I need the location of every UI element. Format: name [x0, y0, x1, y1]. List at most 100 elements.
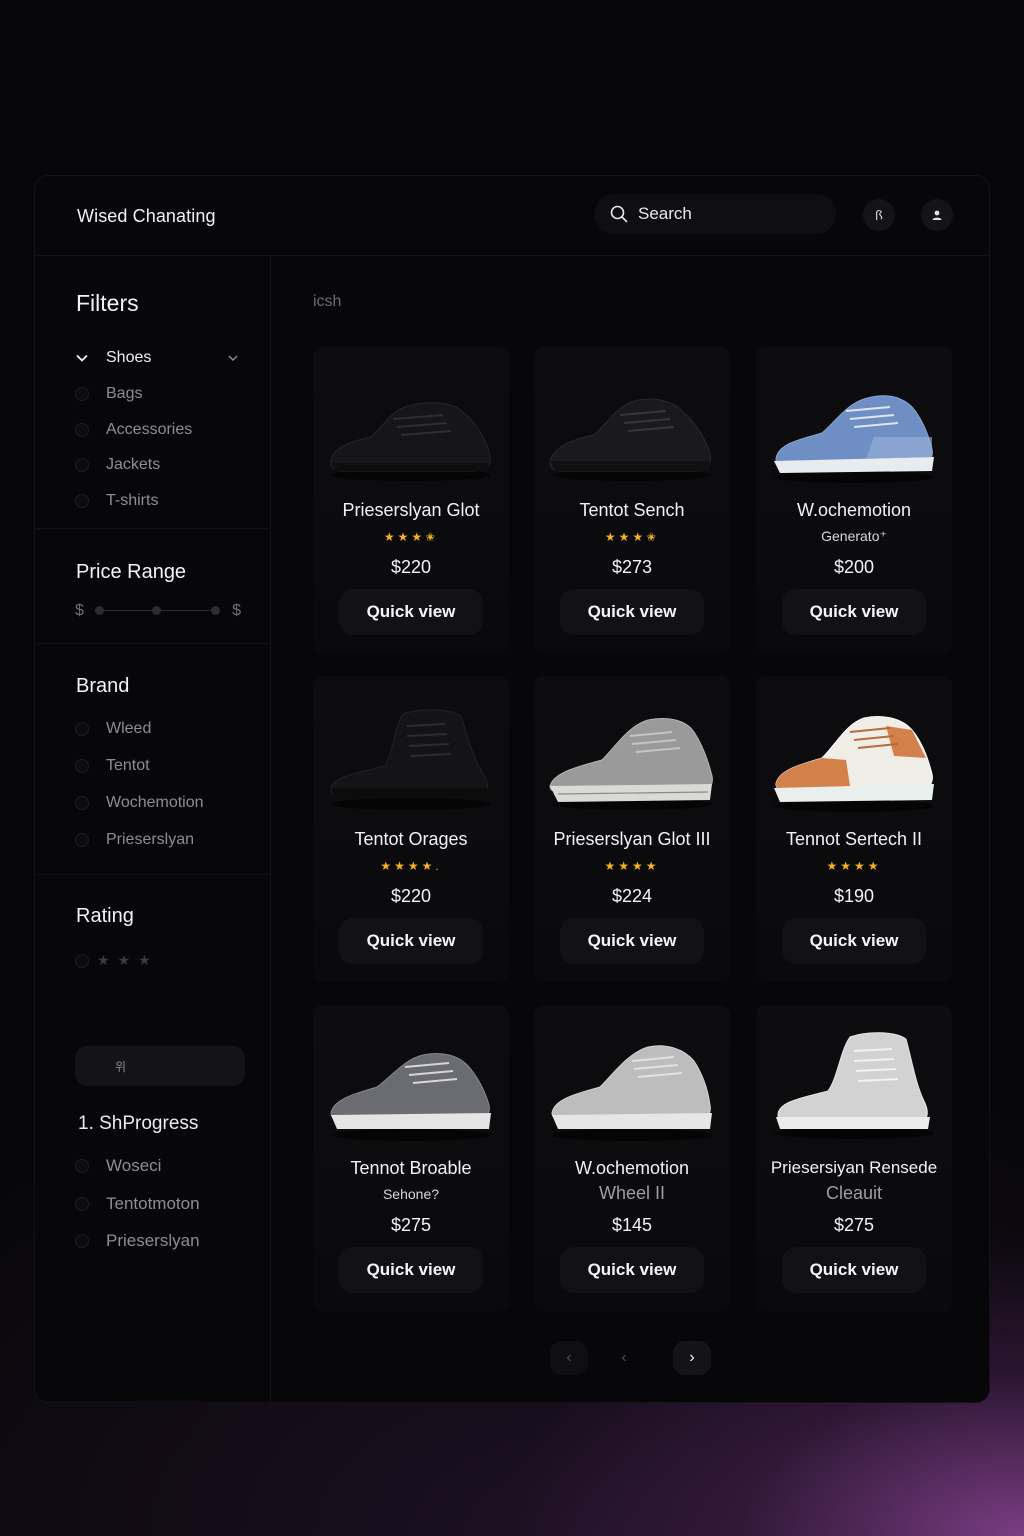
category-label: T-shirts — [106, 492, 159, 509]
category-shoes[interactable]: Shoes — [75, 349, 245, 367]
filters-sidebar: Filters Shoes Bags Accessories Jackets T… — [35, 256, 271, 1402]
quick-view-button[interactable]: Quick view — [339, 1247, 483, 1293]
progress-item-label: Woseci — [106, 1156, 162, 1175]
radio-dot[interactable] — [75, 953, 89, 968]
product-name: Tennot Broable — [350, 1158, 472, 1178]
chevron-left-icon: ‹ — [621, 1349, 627, 1366]
shoe-image — [330, 402, 491, 481]
quick-view-button[interactable]: Quick view — [560, 1247, 704, 1293]
rating-stars: ★★★✬ — [604, 530, 660, 544]
radio-dot[interactable] — [75, 494, 89, 508]
chevron-down-icon[interactable] — [227, 352, 239, 364]
category-bags[interactable]: Bags — [75, 385, 142, 403]
quick-view-button[interactable]: Quick view — [782, 918, 926, 964]
filter-toggle-button[interactable]: ꟗ — [863, 199, 895, 231]
pagination-prev-button[interactable]: ‹ — [605, 1341, 643, 1375]
quick-view-button[interactable]: Quick view — [339, 589, 483, 635]
quick-view-button[interactable]: Quick view — [560, 918, 704, 964]
product-name: Tentot Orages — [354, 829, 468, 849]
product-card[interactable]: Prieserslyan Glot III ★★★★ $224 Quick vi… — [534, 676, 730, 982]
sidebar-action-button[interactable]: 위 — [75, 1046, 245, 1086]
progress-item[interactable]: Tentotmoton — [75, 1194, 200, 1214]
product-price: $224 — [611, 886, 653, 906]
rating-stars: ★★★★ — [826, 859, 882, 873]
chevron-left-icon: ‹ — [566, 1349, 572, 1366]
app-window: Wised Chanating Search ꟗ Filters Shoes B… — [34, 175, 990, 1403]
radio-dot[interactable] — [75, 1234, 89, 1248]
price-range-slider[interactable]: $ $ — [75, 601, 241, 621]
quick-view-button[interactable]: Quick view — [782, 1247, 926, 1293]
product-name: W.ochemotion — [796, 500, 912, 520]
brand-title: Wised Chanating — [77, 206, 216, 226]
product-card[interactable]: Prieserslyan Glot ★★★✬ $220 Quick view — [313, 347, 509, 653]
quick-view-button[interactable]: Quick view — [782, 589, 926, 635]
rating-stars: ★★★★. — [380, 859, 442, 873]
product-subtitle: Sehone? — [382, 1186, 440, 1202]
progress-item[interactable]: Prieserslyan — [75, 1231, 200, 1251]
radio-dot[interactable] — [75, 833, 89, 847]
category-jackets[interactable]: Jackets — [75, 456, 160, 474]
product-price: $275 — [390, 1215, 432, 1235]
radio-dot[interactable] — [75, 387, 89, 401]
radio-dot[interactable] — [75, 423, 89, 437]
quick-view-button[interactable]: Quick view — [339, 918, 483, 964]
star-icon[interactable]: ★ — [97, 952, 110, 969]
progress-item[interactable]: Woseci — [75, 1156, 161, 1176]
category-accessories[interactable]: Accessories — [75, 421, 192, 439]
account-button[interactable] — [921, 199, 953, 231]
brand-wochemotion[interactable]: Wochemotion — [75, 794, 204, 812]
category-label: Bags — [106, 385, 143, 402]
rating-filter[interactable]: ★ ★ ★ — [75, 952, 151, 969]
product-price: $220 — [390, 557, 432, 577]
pagination-next-button[interactable]: › — [673, 1341, 711, 1375]
filters-title: Filters — [76, 290, 139, 316]
progress-item-label: Tentotmoton — [106, 1194, 200, 1213]
radio-dot[interactable] — [75, 759, 89, 773]
brand-wleed[interactable]: Wleed — [75, 720, 151, 738]
product-card[interactable]: W.ochemotion Generato⁺ $200 Quick view — [756, 347, 952, 653]
category-label: Jackets — [106, 456, 161, 473]
radio-dot[interactable] — [75, 1197, 89, 1211]
product-card[interactable]: Tentot Sench ★★★✬ $273 Quick view — [534, 347, 730, 653]
radio-dot[interactable] — [75, 722, 89, 736]
search-placeholder: Search — [638, 204, 692, 223]
price-min-symbol: $ — [75, 602, 84, 619]
radio-dot[interactable] — [75, 1159, 89, 1173]
brand-label: Tentot — [106, 757, 150, 774]
star-icon[interactable]: ★ — [138, 952, 151, 969]
category-label: Accessories — [106, 421, 193, 438]
shoe-image — [774, 1032, 934, 1139]
filter-glyph-icon: ꟗ — [875, 208, 883, 223]
product-name: W.ochemotion — [574, 1158, 690, 1178]
brand-label: Prieserslyan — [106, 831, 195, 848]
brand-prieserslyan[interactable]: Prieserslyan — [75, 831, 194, 849]
shoe-image — [774, 395, 934, 483]
divider — [35, 528, 271, 529]
brand-tentot[interactable]: Tentot — [75, 757, 150, 775]
category-tshirts[interactable]: T-shirts — [75, 492, 158, 510]
product-area: icsh Prieserslyan Glot ★★★✬ $220 Quick v… — [271, 256, 989, 1402]
product-price: $145 — [611, 1215, 653, 1235]
radio-dot[interactable] — [75, 458, 89, 472]
star-icon[interactable]: ★ — [118, 952, 131, 969]
product-name: Prieserslyan Glot — [342, 500, 480, 520]
pagination-first-button[interactable]: ‹ — [550, 1341, 588, 1375]
product-card[interactable]: W.ochemotion Wheel II $145 Quick view — [534, 1005, 730, 1311]
slider-handle-mid[interactable] — [152, 606, 161, 615]
quick-view-button[interactable]: Quick view — [560, 589, 704, 635]
progress-item-label: Prieserslyan — [106, 1231, 200, 1250]
product-card[interactable]: Tennot Broable Sehone? $275 Quick view — [313, 1005, 509, 1311]
product-subtitle: Wheel II — [598, 1183, 666, 1203]
brand-label: Wochemotion — [106, 794, 204, 811]
shoe-image — [330, 709, 491, 810]
product-card[interactable]: Tentot Orages ★★★★. $220 Quick view — [313, 676, 509, 982]
slider-handle-max[interactable] — [211, 606, 220, 615]
search-input[interactable]: Search — [594, 194, 836, 234]
product-card[interactable]: Priesersiyan Rensede Cleauit $275 Quick … — [756, 1005, 952, 1311]
slider-handle-min[interactable] — [95, 606, 104, 615]
product-price: $200 — [833, 557, 875, 577]
checkmark-icon — [76, 354, 88, 362]
rating-stars: ★★★★ — [604, 859, 660, 873]
radio-dot[interactable] — [75, 796, 89, 810]
product-card[interactable]: Tennot Sertech II ★★★★ $190 Quick view — [756, 676, 952, 982]
